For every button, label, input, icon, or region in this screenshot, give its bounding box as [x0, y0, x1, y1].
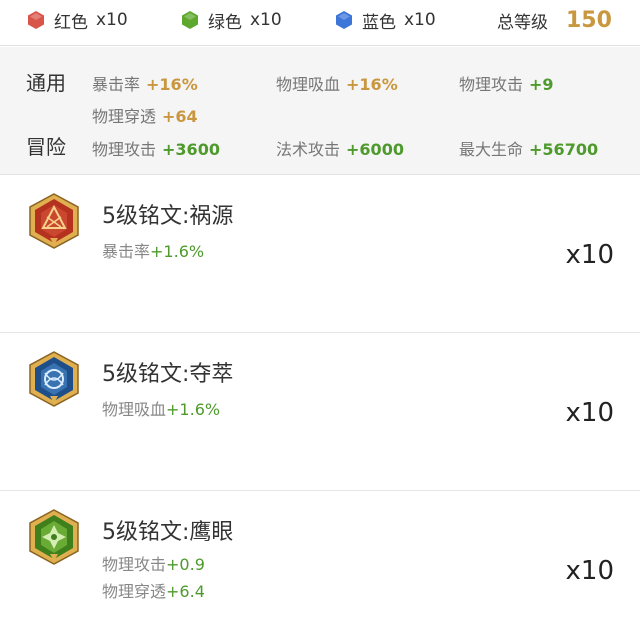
- attr-name: 暴击率: [102, 242, 151, 261]
- rune-attribute: 物理攻击+0.9: [102, 551, 205, 575]
- attr-value: +1.6%: [166, 400, 221, 419]
- stat-name: 物理穿透: [92, 107, 157, 126]
- stat-value: +3600: [162, 140, 220, 159]
- stat-name: 最大生命: [459, 140, 524, 159]
- rune-card-huoyuan[interactable]: 5级铭文:祸源 暴击率+1.6% x10: [0, 176, 640, 333]
- attribute-summary-panel: 通用 暴击率 +16% 物理吸血 +16% 物理攻击 +9 物理穿透 +64 冒险 物理…: [0, 47, 640, 175]
- rune-card-duocui[interactable]: 5级铭文:夺萃 物理吸血+1.6% x10: [0, 334, 640, 491]
- stat-name: 物理吸血: [276, 75, 341, 94]
- red-rune-icon: [27, 193, 81, 249]
- rune-card-yingyan[interactable]: 5级铭文:鹰眼 物理攻击+0.9 物理穿透+6.4 x10: [0, 492, 640, 625]
- rune-name: 5级铭文:夺萃: [102, 362, 234, 387]
- blue-rune-icon: [27, 351, 81, 407]
- stat-value: +56700: [529, 140, 599, 159]
- attr-value: +6.4: [166, 582, 205, 601]
- category-adventure-label: 冒险: [26, 135, 66, 159]
- rune-quantity: x10: [565, 240, 614, 270]
- stat-item: 最大生命 +56700: [459, 136, 598, 160]
- attr-name: 物理攻击: [102, 555, 167, 574]
- red-hexagon-icon: [28, 11, 44, 29]
- stat-value: +64: [162, 107, 198, 126]
- category-general-label: 通用: [26, 71, 66, 95]
- total-level-value: 150: [566, 7, 612, 33]
- attr-name: 物理穿透: [102, 582, 167, 601]
- stat-item: 暴击率 +16%: [92, 71, 198, 95]
- stat-value: +9: [529, 75, 554, 94]
- stat-item: 物理穿透 +64: [92, 103, 198, 127]
- rune-quantity: x10: [565, 556, 614, 586]
- blue-hexagon-icon: [336, 11, 352, 29]
- stat-value: +16%: [346, 75, 398, 94]
- stat-name: 法术攻击: [276, 140, 341, 159]
- stat-value: +6000: [346, 140, 404, 159]
- rune-attribute: 暴击率+1.6%: [102, 238, 204, 262]
- rune-name: 5级铭文:祸源: [102, 204, 234, 229]
- gem-count: x10: [404, 10, 436, 30]
- red-rune-count: 红色 x10: [26, 8, 128, 33]
- gem-count: x10: [250, 10, 282, 30]
- blue-rune-count: 蓝色 x10: [334, 8, 436, 33]
- stat-value: +16%: [146, 75, 198, 94]
- green-rune-count: 绿色 x10: [180, 8, 282, 33]
- rune-quantity: x10: [565, 398, 614, 428]
- stat-name: 暴击率: [92, 75, 141, 94]
- green-hexagon-icon: [182, 11, 198, 29]
- stat-item: 物理攻击 +3600: [92, 136, 220, 160]
- gem-count: x10: [96, 10, 128, 30]
- attr-value: +0.9: [166, 555, 205, 574]
- stat-item: 物理攻击 +9: [459, 71, 554, 95]
- rune-attribute: 物理穿透+6.4: [102, 578, 205, 602]
- stat-name: 物理攻击: [92, 140, 157, 159]
- rune-name: 5级铭文:鹰眼: [102, 520, 234, 545]
- stat-name: 物理攻击: [459, 75, 524, 94]
- rune-attribute: 物理吸血+1.6%: [102, 396, 220, 420]
- green-rune-icon: [27, 509, 81, 565]
- gem-label: 绿色: [208, 12, 242, 33]
- total-level-label: 总等级: [497, 12, 548, 33]
- attr-name: 物理吸血: [102, 400, 167, 419]
- stat-item: 法术攻击 +6000: [276, 136, 404, 160]
- attr-value: +1.6%: [150, 242, 205, 261]
- gem-label: 蓝色: [362, 12, 396, 33]
- stat-item: 物理吸血 +16%: [276, 71, 398, 95]
- rune-summary-bar: 红色 x10 绿色 x10 蓝色 x10 总等级 150: [0, 0, 640, 46]
- gem-label: 红色: [54, 12, 88, 33]
- total-level: 总等级 150: [497, 5, 612, 35]
